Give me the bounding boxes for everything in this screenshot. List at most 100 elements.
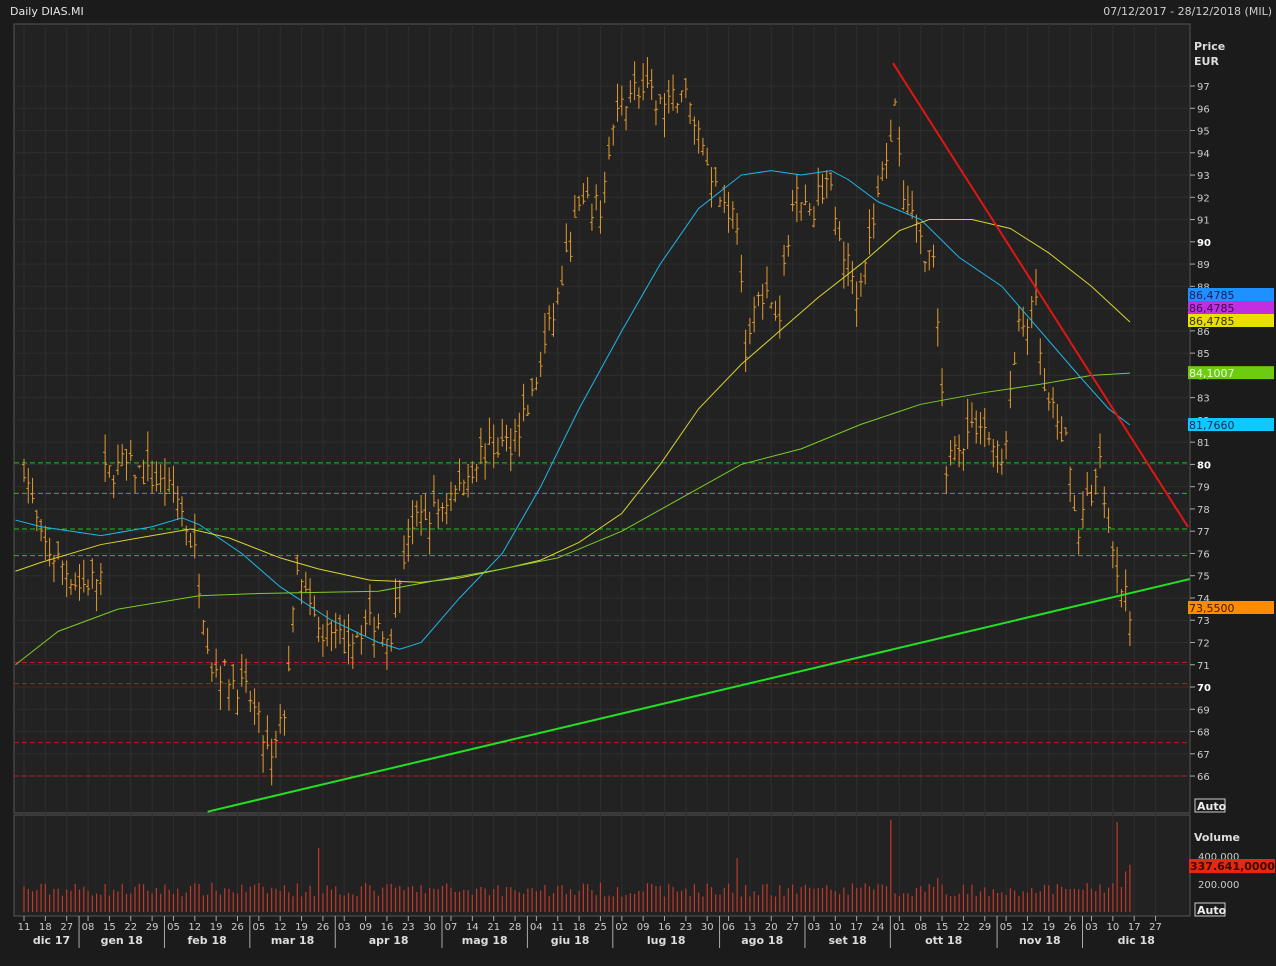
week-tick-label: 20 [765, 922, 778, 933]
week-tick-label: 07 [445, 922, 458, 933]
week-tick-label: 03 [1085, 922, 1098, 933]
week-tick-label: 16 [381, 922, 394, 933]
week-tick-label: 27 [786, 922, 799, 933]
price-tick-label: 89 [1197, 260, 1210, 271]
week-tick-label: 26 [1064, 922, 1077, 933]
price-tick-label: 96 [1197, 104, 1210, 115]
week-tick-label: 09 [359, 922, 372, 933]
price-tick-label: 71 [1197, 661, 1210, 672]
week-tick-label: 12 [1021, 922, 1034, 933]
week-tick-label: 06 [722, 922, 735, 933]
month-label: giu 18 [551, 934, 590, 947]
week-tick-label: 28 [509, 922, 522, 933]
price-tick-label: 78 [1197, 505, 1210, 516]
week-tick-label: 08 [914, 922, 927, 933]
price-tick-label: 72 [1197, 639, 1210, 650]
month-label: dic 18 [1118, 934, 1155, 947]
month-label: ago 18 [741, 934, 783, 947]
week-tick-label: 22 [124, 922, 137, 933]
price-tick-label: 95 [1197, 127, 1210, 138]
price-tick-label: 94 [1197, 149, 1210, 160]
week-tick-label: 11 [551, 922, 564, 933]
week-tick-label: 30 [701, 922, 714, 933]
price-auto-label: Auto [1197, 800, 1227, 813]
week-tick-label: 24 [872, 922, 885, 933]
price-tick-label: 66 [1197, 772, 1210, 783]
week-tick-label: 25 [594, 922, 607, 933]
price-flag-label: 86,4785 [1189, 302, 1235, 315]
week-tick-label: 02 [615, 922, 628, 933]
week-tick-label: 18 [39, 922, 52, 933]
week-tick-label: 15 [103, 922, 116, 933]
month-label: mag 18 [462, 934, 508, 947]
volume-tick-200k: 200.000 [1198, 880, 1239, 891]
price-flag-label: 81,7660 [1189, 419, 1235, 432]
price-tick-label: 79 [1197, 483, 1210, 494]
week-tick-label: 29 [146, 922, 159, 933]
week-tick-label: 13 [744, 922, 757, 933]
price-tick-label: 92 [1197, 193, 1210, 204]
price-tick-label: 90 [1197, 238, 1211, 249]
price-tick-label: 73 [1197, 616, 1210, 627]
week-tick-label: 10 [829, 922, 842, 933]
month-label: lug 18 [647, 934, 686, 947]
week-tick-label: 27 [60, 922, 73, 933]
month-label: ott 18 [925, 934, 962, 947]
week-tick-label: 08 [82, 922, 95, 933]
price-tick-label: 76 [1197, 549, 1210, 560]
week-tick-label: 12 [188, 922, 201, 933]
month-label: apr 18 [369, 934, 409, 947]
week-tick-label: 23 [679, 922, 692, 933]
price-tick-label: 68 [1197, 728, 1210, 739]
price-chart[interactable]: 11 18 27 08 15 22 29 05 12 19 26 05 12 19 26 03 09 16 23 30… [0, 0, 1276, 966]
week-tick-label: 05 [252, 922, 265, 933]
month-label: set 18 [828, 934, 866, 947]
week-tick-label: 27 [1149, 922, 1162, 933]
week-tick-label: 01 [893, 922, 906, 933]
week-tick-label: 10 [1106, 922, 1119, 933]
week-tick-label: 05 [167, 922, 180, 933]
price-flag-label: 84,1007 [1189, 367, 1235, 380]
week-tick-label: 03 [808, 922, 821, 933]
week-tick-label: 15 [936, 922, 949, 933]
week-tick-label: 23 [402, 922, 415, 933]
price-flag-label: 86,4785 [1189, 289, 1235, 302]
week-tick-label: 18 [573, 922, 586, 933]
week-tick-label: 21 [487, 922, 500, 933]
week-tick-label: 17 [1128, 922, 1141, 933]
week-tick-label: 30 [423, 922, 436, 933]
price-tick-label: 77 [1197, 527, 1210, 538]
month-label: gen 18 [101, 934, 143, 947]
price-tick-label: 69 [1197, 705, 1210, 716]
week-tick-label: 19 [295, 922, 308, 933]
price-tick-label: 97 [1197, 82, 1210, 93]
month-label: nov 18 [1019, 934, 1061, 947]
month-label: mar 18 [271, 934, 314, 947]
week-tick-label: 22 [957, 922, 970, 933]
week-tick-label: 16 [658, 922, 671, 933]
price-tick-label: 93 [1197, 171, 1210, 182]
week-tick-label: 17 [850, 922, 863, 933]
week-tick-label: 14 [466, 922, 479, 933]
month-label: feb 18 [188, 934, 227, 947]
week-tick-label: 04 [530, 922, 543, 933]
week-tick-label: 26 [231, 922, 244, 933]
price-tick-label: 81 [1197, 438, 1210, 449]
price-tick-label: 86 [1197, 327, 1210, 338]
week-tick-label: 29 [978, 922, 991, 933]
price-tick-label: 67 [1197, 750, 1210, 761]
week-tick-label: 19 [1042, 922, 1055, 933]
week-tick-label: 19 [210, 922, 223, 933]
price-tick-label: 83 [1197, 394, 1210, 405]
price-tick-label: 80 [1197, 460, 1211, 471]
week-tick-label: 03 [338, 922, 351, 933]
price-tick-label: 70 [1197, 683, 1211, 694]
month-label: dic 17 [33, 934, 70, 947]
volume-last-label: 337.641,0000 [1190, 860, 1275, 873]
price-flag-label: 86,4785 [1189, 315, 1235, 328]
week-tick-label: 11 [18, 922, 31, 933]
price-panel[interactable] [13, 23, 1191, 814]
week-tick-label: 05 [1000, 922, 1013, 933]
volume-axis-title: Volume [1194, 831, 1240, 844]
price-axis-title: Price [1194, 40, 1225, 53]
